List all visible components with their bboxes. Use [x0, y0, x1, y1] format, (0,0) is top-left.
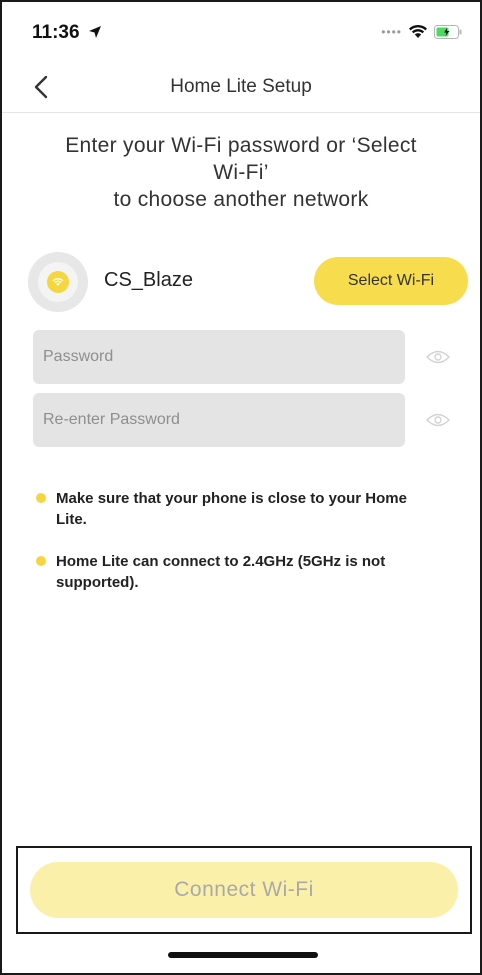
instruction-line-2: Wi-Fi’: [213, 161, 269, 184]
password-input[interactable]: [33, 330, 405, 384]
status-time: 11:36: [32, 22, 102, 44]
show-password-toggle[interactable]: [423, 344, 453, 370]
eye-icon: [426, 350, 450, 364]
tip-item: Home Lite can connect to 2.4GHz (5GHz is…: [36, 551, 436, 593]
instruction-line-3: to choose another network: [113, 188, 369, 211]
bullet-dot-icon: [36, 556, 46, 566]
home-indicator[interactable]: [168, 952, 318, 958]
app-screen: 11:36 •••• Home Lite Setup Enter your Wi…: [0, 0, 482, 975]
tip-item: Make sure that your phone is close to yo…: [36, 488, 436, 530]
tip-text: Make sure that your phone is close to yo…: [56, 490, 407, 528]
instruction-text: Enter your Wi-Fi password or ‘Select Wi-…: [22, 132, 460, 213]
page-title: Home Lite Setup: [170, 76, 312, 97]
tip-text: Home Lite can connect to 2.4GHz (5GHz is…: [56, 553, 386, 591]
wifi-badge-icon: [28, 252, 88, 312]
current-network-row: CS_Blaze Select Wi-Fi: [28, 252, 468, 312]
wifi-icon: [52, 278, 64, 286]
eye-icon: [426, 413, 450, 427]
status-icons: ••••: [381, 24, 462, 39]
location-arrow-icon: [88, 26, 101, 38]
bullet-dot-icon: [36, 493, 46, 503]
reenter-password-input[interactable]: [33, 393, 405, 447]
signal-dots-icon: ••••: [381, 24, 402, 39]
navigation-bar: Home Lite Setup: [2, 62, 480, 113]
select-wifi-button[interactable]: Select Wi-Fi: [314, 257, 468, 305]
wifi-icon: [409, 24, 427, 38]
show-reenter-password-toggle[interactable]: [423, 407, 453, 433]
network-name: CS_Blaze: [104, 269, 193, 291]
instruction-line-1: Enter your Wi-Fi password or ‘Select: [65, 134, 417, 157]
status-bar: 11:36 ••••: [2, 2, 480, 62]
tips-list: Make sure that your phone is close to yo…: [36, 488, 436, 614]
battery-icon: [434, 24, 462, 39]
password-row: [33, 330, 453, 384]
reenter-password-row: [33, 393, 453, 447]
connect-wifi-button[interactable]: Connect Wi-Fi: [30, 862, 458, 918]
connect-highlight-box: Connect Wi-Fi: [16, 846, 472, 934]
status-time-text: 11:36: [32, 22, 80, 43]
